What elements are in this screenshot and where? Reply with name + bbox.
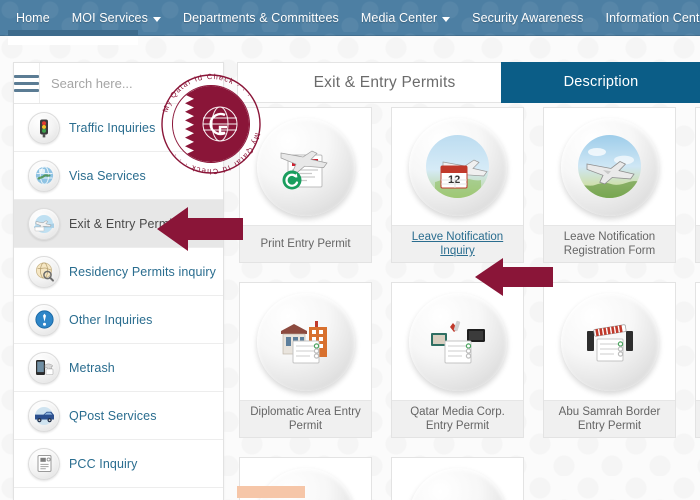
- main-panel-header: Exit & Entry Permits Description: [237, 61, 700, 103]
- sidebar-item-residency-permits-inquiry[interactable]: Residency Permits inquiry: [14, 248, 223, 296]
- visa-globe-icon: [28, 159, 60, 192]
- nav-item-information-center[interactable]: Information Center: [595, 0, 700, 36]
- sidebar-item-traffic-inquiries[interactable]: Traffic Inquiries: [14, 104, 223, 152]
- sidebar-item-other-inquiries[interactable]: Other Inquiries: [14, 296, 223, 344]
- tile-leave-notification-registration-form[interactable]: Leave Notification Registration Form: [543, 107, 676, 263]
- sidebar-item-pcc-inquiry[interactable]: PCC Inquiry: [14, 440, 223, 488]
- sidebar-item-label: QPost Services: [69, 408, 157, 423]
- page-title: Exit & Entry Permits: [313, 73, 456, 91]
- nav-item-security-awareness[interactable]: Security Awareness: [461, 0, 594, 36]
- annotation-arrow-sidebar: [157, 207, 243, 251]
- metrash-device-icon: [28, 351, 60, 384]
- nav-tab-stub-fill: [8, 36, 138, 45]
- leave-notification-calendar-icon: 12: [408, 117, 507, 216]
- media-corp-camera-icon: [408, 292, 507, 391]
- tile-label: Diplomatic Area Entry Permit: [240, 400, 371, 437]
- services-sidebar: Traffic Inquiries Visa Services Exit & E…: [13, 62, 227, 500]
- tile-rowdat-entry-permit[interactable]: Row: [695, 107, 700, 263]
- tile-row: [237, 457, 700, 500]
- sidebar-search-row: [14, 63, 227, 104]
- sidebar-item-metrash[interactable]: Metrash: [14, 344, 223, 392]
- residency-globe-icon: [28, 255, 60, 288]
- nav-item-media-center[interactable]: Media Center: [350, 0, 461, 36]
- certificate-list-icon: [28, 447, 60, 480]
- tile-label: Abu Samrah Border Entry Permit: [544, 400, 675, 437]
- tile-image: [408, 283, 507, 400]
- tile-row: Print Entry Permit 12: [237, 107, 700, 263]
- sidebar-item-visa-services[interactable]: Visa Services: [14, 152, 223, 200]
- tab-description[interactable]: Description: [501, 61, 700, 103]
- nav-item-label: Security Awareness: [472, 11, 584, 25]
- sidebar-item-label: Visa Services: [69, 168, 146, 183]
- tile-image: [560, 108, 659, 225]
- sidebar-item-label: Other Inquiries: [69, 312, 153, 327]
- sidebar-item-label: Metrash: [69, 360, 115, 375]
- sidebar-item-label: PCC Inquiry: [69, 456, 138, 471]
- tile-hamad-entry-permit[interactable]: Ham: [695, 282, 700, 438]
- tile-abu-samrah-border-entry-permit[interactable]: Abu Samrah Border Entry Permit: [543, 282, 676, 438]
- service-tiles-grid: Print Entry Permit 12: [237, 107, 700, 500]
- tile-image: [256, 108, 355, 225]
- tile-image: [256, 283, 355, 400]
- diplomatic-area-building-icon: [256, 292, 355, 391]
- nav-item-label: Departments & Committees: [182, 11, 339, 25]
- tile-image: 12: [408, 108, 507, 225]
- tile-image: [408, 458, 507, 500]
- tile-label: Leave Notification Registration Form: [544, 225, 675, 262]
- chevron-down-icon: [152, 16, 161, 22]
- tile-image: [560, 283, 659, 400]
- leave-notification-plane-icon: [560, 117, 659, 216]
- chevron-down-icon: [442, 16, 451, 22]
- sidebar-item-label: Residency Permits inquiry: [69, 264, 216, 279]
- tile-qatar-media-corp-entry-permit[interactable]: Qatar Media Corp. Entry Permit: [391, 282, 524, 438]
- info-exclamation-icon: [28, 303, 60, 336]
- nav-item-label: Information Center: [605, 11, 700, 25]
- border-gate-icon: [560, 292, 659, 391]
- annotation-arrow-tile: [475, 258, 553, 296]
- traffic-light-icon: [28, 111, 60, 144]
- tile-print-entry-permit[interactable]: Print Entry Permit: [239, 107, 372, 263]
- sidebar-item-label: Traffic Inquiries: [69, 120, 156, 135]
- search-input[interactable]: [40, 75, 227, 91]
- tile-label: Row: [696, 225, 700, 262]
- nav-item-label: Media Center: [360, 11, 438, 25]
- partial-tile-accent-strip: [237, 486, 305, 498]
- tile-row: Diplomatic Area Entry Permit Qatar Media…: [237, 282, 700, 438]
- nav-item-departments-committees[interactable]: Departments & Committees: [172, 0, 350, 36]
- tile-label: Ham: [696, 400, 700, 437]
- sidebar-item-qpost-services[interactable]: QPost Services: [14, 392, 223, 440]
- print-entry-permit-icon: [256, 117, 355, 216]
- airplane-permit-icon: [28, 207, 60, 240]
- tile-partial-2[interactable]: [391, 457, 524, 500]
- tile-label: Qatar Media Corp. Entry Permit: [392, 400, 523, 437]
- tile-diplomatic-area-entry-permit[interactable]: Diplomatic Area Entry Permit: [239, 282, 372, 438]
- partial-tile-icon: [408, 467, 507, 500]
- hamburger-menu-icon[interactable]: [14, 63, 40, 103]
- post-van-icon: [28, 399, 60, 432]
- tile-leave-notification-inquiry[interactable]: 12 Leave Notification Inquiry: [391, 107, 524, 263]
- tile-label: Print Entry Permit: [240, 225, 371, 262]
